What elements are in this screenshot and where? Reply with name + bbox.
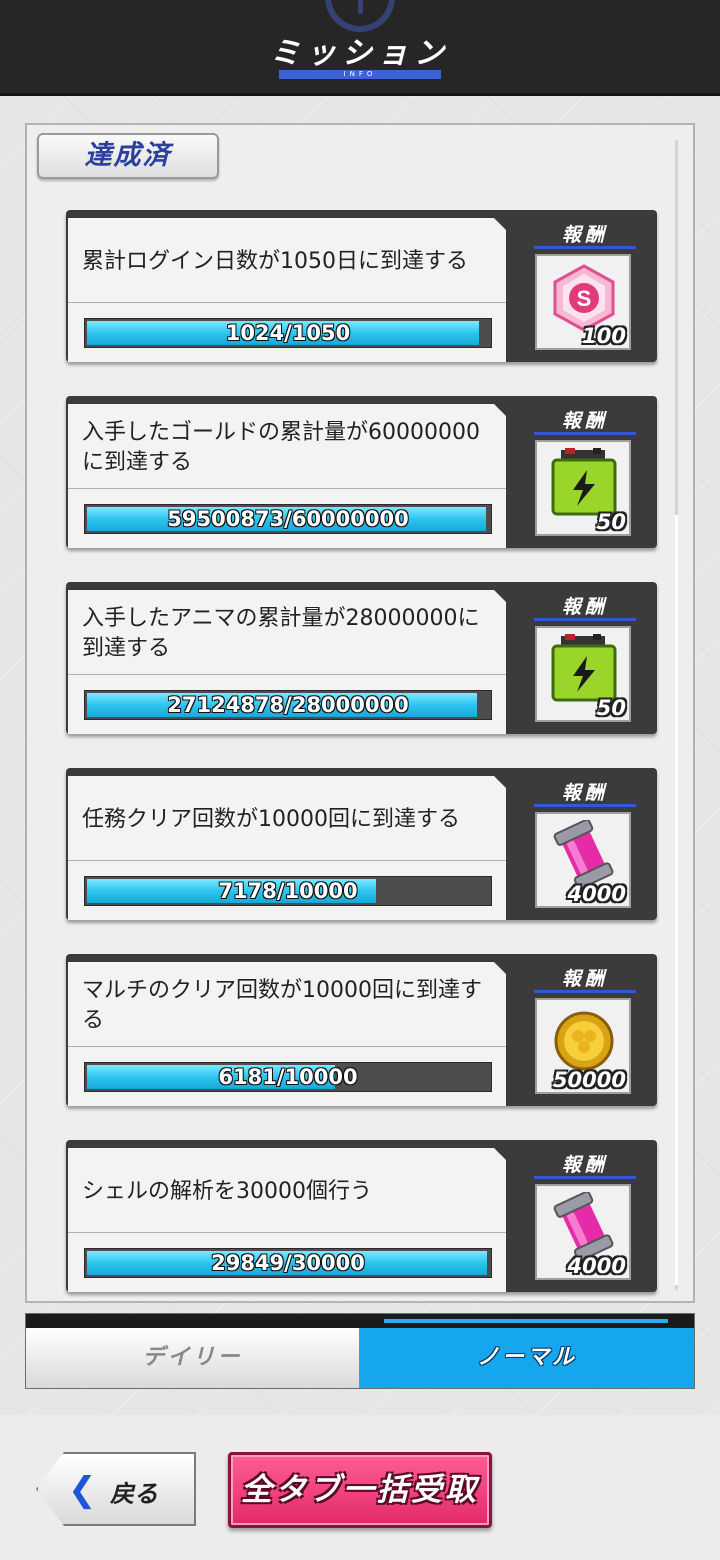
page-subtitle: INFO — [343, 70, 377, 78]
reward-item[interactable]: 50000 — [535, 998, 631, 1094]
mission-info-area: マルチのクリア回数が10000回に到達する 6181/10000 — [68, 962, 506, 1106]
mission-progress-bar: 6181/10000 — [84, 1062, 492, 1092]
progress-text: 27124878/28000000 — [167, 693, 409, 717]
mission-description: 入手したアニマの累計量が28000000に到達する — [82, 606, 480, 661]
scrollbar-thumb[interactable] — [675, 515, 678, 1285]
mission-card: 累計ログイン日数が1050日に到達する 1024/1050 報酬 S 100 — [66, 210, 657, 362]
reward-quantity: 4000 — [567, 882, 626, 906]
mission-card: マルチのクリア回数が10000回に到達する 6181/10000 報酬 5000… — [66, 954, 657, 1106]
mission-progress-bar: 7178/10000 — [84, 876, 492, 906]
mission-progress-bar: 29849/30000 — [84, 1248, 492, 1278]
mission-divider — [68, 674, 506, 675]
reward-label: 報酬 — [561, 596, 608, 618]
mission-description: 任務クリア回数が10000回に到達する — [82, 807, 460, 832]
mission-description: マルチのクリア回数が10000回に到達する — [82, 978, 482, 1033]
reward-item[interactable]: 50 — [535, 626, 631, 722]
battery-icon — [547, 448, 621, 518]
reward-item[interactable]: 4000 — [535, 812, 631, 908]
header-bar: ミッション INFO — [0, 0, 720, 96]
progress-text: 29849/30000 — [211, 1251, 365, 1275]
pink-capsule-icon — [547, 818, 621, 890]
back-button[interactable]: ❮ 戻る — [36, 1452, 196, 1526]
reward-label-underline — [534, 1176, 636, 1179]
mission-progress-bar: 1024/1050 — [84, 318, 492, 348]
mission-info-area: 累計ログイン日数が1050日に到達する 1024/1050 — [68, 218, 506, 362]
reward-label: 報酬 — [561, 224, 608, 246]
reward-label-underline — [534, 618, 636, 621]
mission-card: 任務クリア回数が10000回に到達する 7178/10000 報酬 4000 — [66, 768, 657, 920]
reward-label-underline — [534, 432, 636, 435]
back-arrow-icon: ❮ — [68, 1470, 97, 1510]
page-title: ミッション — [270, 36, 450, 71]
reward-quantity: 4000 — [567, 1254, 626, 1278]
mission-divider — [68, 1232, 506, 1233]
reward-quantity: 50 — [596, 510, 626, 534]
mission-info-area: 入手したゴールドの累計量が60000000に到達する 59500873/6000… — [68, 404, 506, 548]
mission-info-area: シェルの解析を30000個行う 29849/30000 — [68, 1148, 506, 1292]
reward-label: 報酬 — [561, 410, 608, 432]
reward-label-underline — [534, 804, 636, 807]
pink-capsule-icon — [547, 1190, 621, 1262]
mission-card: 入手したゴールドの累計量が60000000に到達する 59500873/6000… — [66, 396, 657, 548]
reward-item[interactable]: 4000 — [535, 1184, 631, 1280]
mission-divider — [68, 860, 506, 861]
achieved-filter-tab[interactable]: 達成済 — [37, 133, 219, 179]
mission-divider — [68, 1046, 506, 1047]
active-tab-indicator — [384, 1319, 668, 1323]
mission-tab-bar: デイリー ノーマル — [25, 1313, 695, 1389]
mission-description: 入手したゴールドの累計量が60000000に到達する — [82, 420, 480, 475]
mission-description: 累計ログイン日数が1050日に到達する — [82, 249, 468, 274]
battery-icon — [547, 634, 621, 704]
reward-item[interactable]: 50 — [535, 440, 631, 536]
reward-label-underline — [534, 246, 636, 249]
gold-coin-icon — [547, 1006, 621, 1076]
mission-card: 入手したアニマの累計量が28000000に到達する 27124878/28000… — [66, 582, 657, 734]
progress-text: 7178/10000 — [218, 879, 358, 903]
reward-item[interactable]: S 100 — [535, 254, 631, 350]
mission-divider — [68, 302, 506, 303]
s-crystal-icon: S — [547, 262, 621, 332]
progress-text: 59500873/60000000 — [167, 507, 409, 531]
claim-all-button[interactable]: 全タブ一括受取 — [228, 1452, 492, 1528]
reward-quantity: 100 — [582, 324, 626, 348]
mission-info-area: 入手したアニマの累計量が28000000に到達する 27124878/28000… — [68, 590, 506, 734]
mission-info-area: 任務クリア回数が10000回に到達する 7178/10000 — [68, 776, 506, 920]
mission-progress-bar: 59500873/60000000 — [84, 504, 492, 534]
reward-label: 報酬 — [561, 1154, 608, 1176]
tab-daily[interactable]: デイリー — [26, 1328, 360, 1388]
mission-description: シェルの解析を30000個行う — [82, 1179, 372, 1204]
mission-card: シェルの解析を30000個行う 29849/30000 報酬 4000 — [66, 1140, 657, 1292]
tab-normal[interactable]: ノーマル — [360, 1328, 694, 1388]
reward-quantity: 50 — [596, 696, 626, 720]
reward-label: 報酬 — [561, 782, 608, 804]
progress-text: 1024/1050 — [225, 321, 351, 345]
reward-quantity: 50000 — [552, 1068, 626, 1092]
mission-divider — [68, 488, 506, 489]
reward-label-underline — [534, 990, 636, 993]
back-button-label: 戻る — [110, 1480, 158, 1508]
progress-text: 6181/10000 — [218, 1065, 358, 1089]
mission-progress-bar: 27124878/28000000 — [84, 690, 492, 720]
reward-label: 報酬 — [561, 968, 608, 990]
svg-text:S: S — [577, 286, 592, 311]
